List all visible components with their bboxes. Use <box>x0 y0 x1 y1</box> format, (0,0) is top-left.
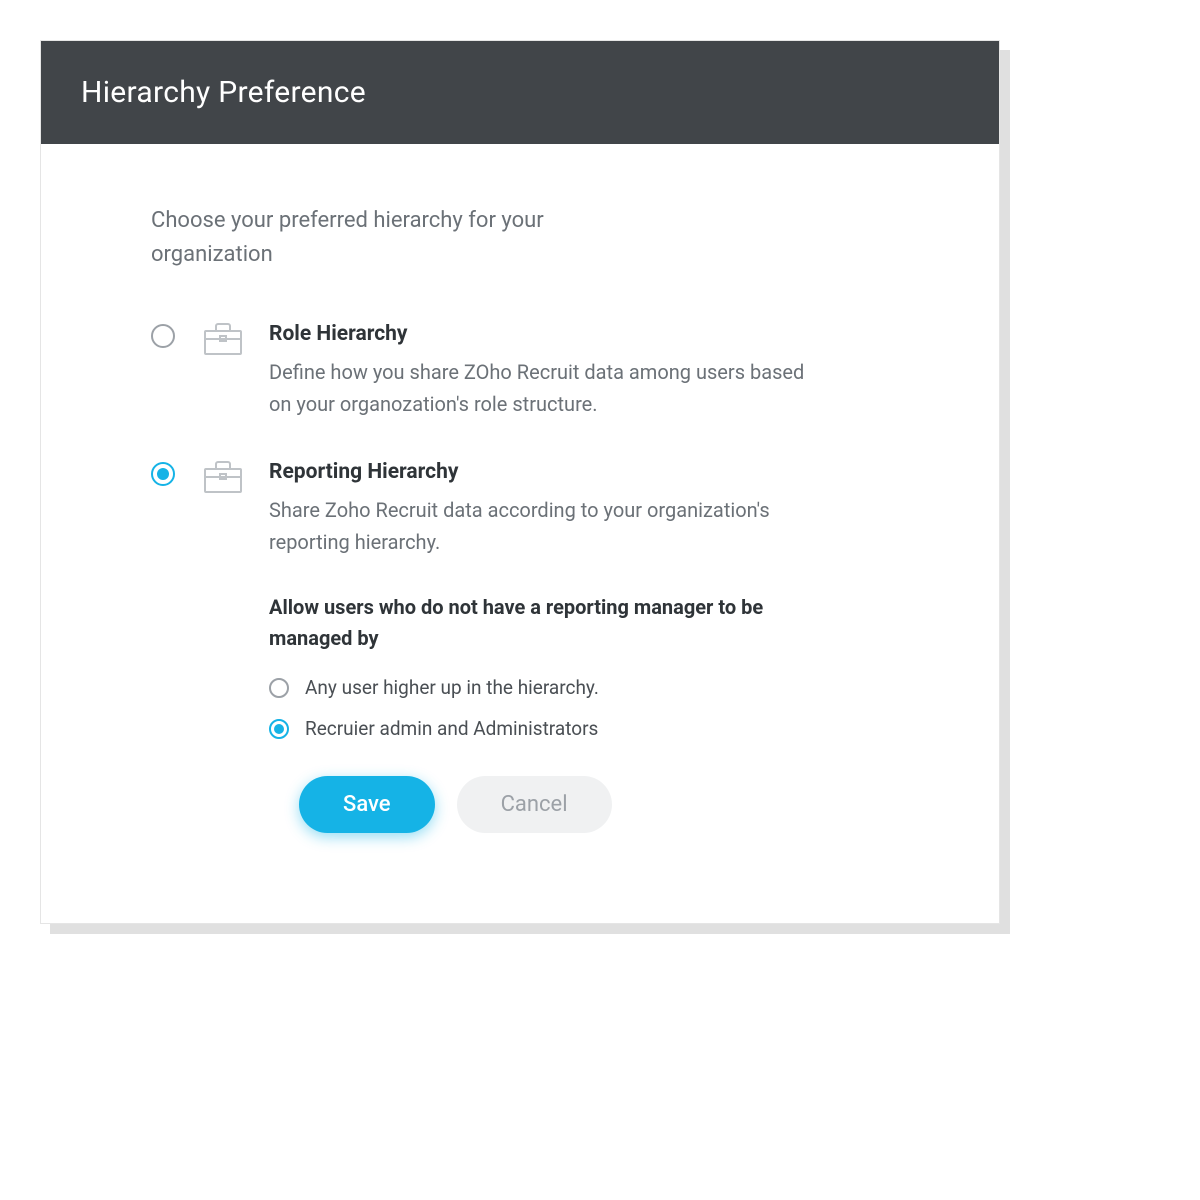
sub-option-recruiter-admin[interactable]: Recruier admin and Administrators <box>269 717 829 740</box>
sub-option-any-user[interactable]: Any user higher up in the hierarchy. <box>269 676 829 699</box>
modal-header: Hierarchy Preference <box>41 41 999 144</box>
option-role-hierarchy: Role Hierarchy Define how you share ZOho… <box>151 322 929 420</box>
radio-role-hierarchy[interactable] <box>151 324 175 348</box>
option-content: Reporting Hierarchy Share Zoho Recruit d… <box>269 460 829 833</box>
radio-recruiter-admin[interactable] <box>269 719 289 739</box>
sub-heading: Allow users who do not have a reporting … <box>269 592 829 654</box>
modal-body: Choose your preferred hierarchy for your… <box>41 144 999 923</box>
option-title: Role Hierarchy <box>269 322 829 346</box>
modal-title: Hierarchy Preference <box>81 75 959 110</box>
option-description: Share Zoho Recruit data according to you… <box>269 494 829 558</box>
cancel-button[interactable]: Cancel <box>457 776 612 833</box>
hierarchy-preference-modal: Hierarchy Preference Choose your preferr… <box>40 40 1000 924</box>
option-description: Define how you share ZOho Recruit data a… <box>269 356 829 420</box>
intro-text: Choose your preferred hierarchy for your… <box>151 204 631 272</box>
option-content: Role Hierarchy Define how you share ZOho… <box>269 322 829 420</box>
briefcase-icon <box>203 458 247 498</box>
option-reporting-hierarchy: Reporting Hierarchy Share Zoho Recruit d… <box>151 460 929 833</box>
radio-reporting-hierarchy[interactable] <box>151 462 175 486</box>
radio-any-user[interactable] <box>269 678 289 698</box>
option-title: Reporting Hierarchy <box>269 460 829 484</box>
sub-option-label: Recruier admin and Administrators <box>305 717 598 740</box>
save-button[interactable]: Save <box>299 776 435 833</box>
briefcase-icon <box>203 320 247 360</box>
button-row: Save Cancel <box>299 776 829 833</box>
sub-option-label: Any user higher up in the hierarchy. <box>305 676 599 699</box>
